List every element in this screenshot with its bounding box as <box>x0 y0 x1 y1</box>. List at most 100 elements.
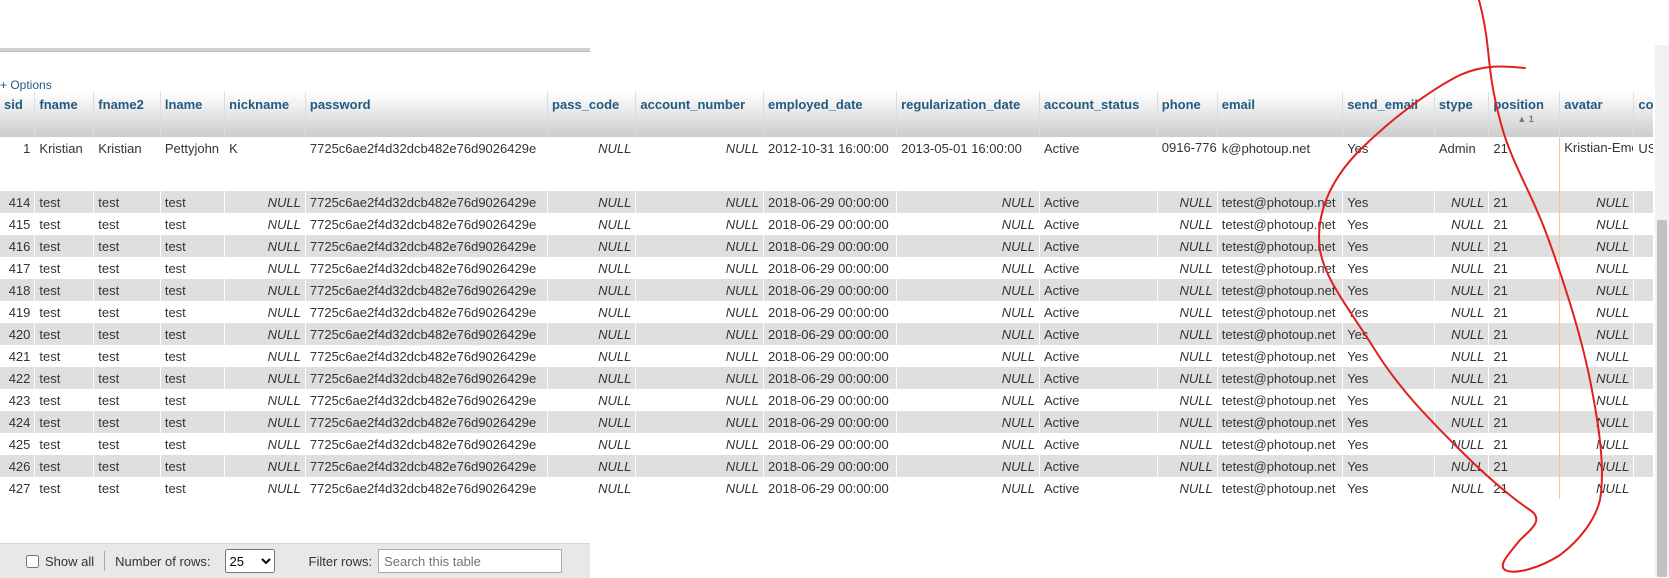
cell-stype[interactable]: NULL <box>1434 191 1490 213</box>
cell-stype[interactable]: NULL <box>1434 477 1490 499</box>
cell-stype[interactable]: NULL <box>1434 257 1490 279</box>
cell-avatar[interactable]: NULL <box>1559 191 1635 213</box>
cell-account-status[interactable]: Active <box>1039 455 1158 477</box>
cell-nickname[interactable]: NULL <box>224 411 306 433</box>
column-header-nickname[interactable]: nickname <box>224 92 306 137</box>
cell-email[interactable]: tetest@photoup.net <box>1217 455 1344 477</box>
cell-account-number[interactable]: NULL <box>635 257 765 279</box>
table-row[interactable]: 418 test test test NULL 7725c6ae2f4d32dcb482e… <box>0 279 1653 301</box>
table-row[interactable]: 415 test test test NULL 7725c6ae2f4d32dcb482e… <box>0 213 1653 235</box>
cell-lname[interactable]: test <box>160 455 226 477</box>
cell-email[interactable]: tetest@photoup.net <box>1217 389 1344 411</box>
column-header-account-number[interactable]: account_number <box>635 92 765 137</box>
cell-sid[interactable]: 418 <box>0 279 36 301</box>
column-header-country[interactable]: country <box>1633 92 1653 137</box>
cell-fname[interactable]: test <box>34 213 95 235</box>
cell-regularization-date[interactable]: NULL <box>896 257 1040 279</box>
cell-send-email[interactable]: Yes <box>1342 367 1435 389</box>
cell-sid[interactable]: 427 <box>0 477 36 499</box>
cell-lname[interactable]: test <box>160 323 226 345</box>
cell-pass-code[interactable]: NULL <box>547 301 637 323</box>
cell-country[interactable]: NULL <box>1633 301 1653 323</box>
cell-password[interactable]: 7725c6ae2f4d32dcb482e76d9026429e <box>305 477 549 499</box>
cell-send-email[interactable]: Yes <box>1342 279 1435 301</box>
cell-avatar[interactable]: NULL <box>1559 257 1635 279</box>
cell-country[interactable]: NULL <box>1633 455 1653 477</box>
cell-position[interactable]: 21 <box>1488 433 1561 455</box>
cell-account-number[interactable]: NULL <box>635 455 765 477</box>
cell-password[interactable]: 7725c6ae2f4d32dcb482e76d9026429e <box>305 279 549 301</box>
cell-fname2[interactable]: test <box>93 257 161 279</box>
column-header-phone[interactable]: phone <box>1157 92 1218 137</box>
cell-password[interactable]: 7725c6ae2f4d32dcb482e76d9026429e <box>305 345 549 367</box>
cell-fname2[interactable]: test <box>93 301 161 323</box>
cell-stype[interactable]: NULL <box>1434 389 1490 411</box>
cell-country[interactable]: US <box>1633 137 1653 191</box>
cell-stype[interactable]: NULL <box>1434 367 1490 389</box>
cell-position[interactable]: 21 <box>1488 137 1561 191</box>
cell-fname2[interactable]: test <box>93 433 161 455</box>
cell-pass-code[interactable]: NULL <box>547 455 637 477</box>
cell-send-email[interactable]: Yes <box>1342 213 1435 235</box>
cell-avatar[interactable]: NULL <box>1559 323 1635 345</box>
cell-avatar[interactable]: NULL <box>1559 235 1635 257</box>
cell-password[interactable]: 7725c6ae2f4d32dcb482e76d9026429e <box>305 301 549 323</box>
cell-account-number[interactable]: NULL <box>635 235 765 257</box>
cell-stype[interactable]: Admin <box>1434 137 1490 191</box>
cell-account-status[interactable]: Active <box>1039 433 1158 455</box>
column-header-email[interactable]: email <box>1217 92 1344 137</box>
column-header-stype[interactable]: stype <box>1434 92 1490 137</box>
cell-phone[interactable]: NULL <box>1157 191 1218 213</box>
cell-position[interactable]: 21 <box>1488 367 1561 389</box>
cell-send-email[interactable]: Yes <box>1342 191 1435 213</box>
rows-per-page-select[interactable]: 25 <box>224 549 275 573</box>
cell-fname[interactable]: test <box>34 235 95 257</box>
column-header-pass-code[interactable]: pass_code <box>547 92 637 137</box>
cell-send-email[interactable]: Yes <box>1342 257 1435 279</box>
cell-regularization-date[interactable]: NULL <box>896 235 1040 257</box>
cell-fname[interactable]: test <box>34 257 95 279</box>
cell-email[interactable]: tetest@photoup.net <box>1217 191 1344 213</box>
column-header-employed-date[interactable]: employed_date <box>763 92 898 137</box>
cell-account-status[interactable]: Active <box>1039 191 1158 213</box>
options-link[interactable]: + Options <box>0 78 52 92</box>
cell-employed-date[interactable]: 2018-06-29 00:00:00 <box>763 191 898 213</box>
cell-fname2[interactable]: test <box>93 191 161 213</box>
cell-sid[interactable]: 414 <box>0 191 36 213</box>
cell-phone[interactable]: 0916-776-4789 <box>1157 137 1218 191</box>
cell-pass-code[interactable]: NULL <box>547 411 637 433</box>
cell-avatar[interactable]: NULL <box>1559 213 1635 235</box>
cell-sid[interactable]: 421 <box>0 345 36 367</box>
cell-country[interactable]: NULL <box>1633 345 1653 367</box>
cell-phone[interactable]: NULL <box>1157 433 1218 455</box>
cell-position[interactable]: 21 <box>1488 323 1561 345</box>
cell-send-email[interactable]: Yes <box>1342 323 1435 345</box>
cell-send-email[interactable]: Yes <box>1342 455 1435 477</box>
cell-fname2[interactable]: test <box>93 411 161 433</box>
column-header-password[interactable]: password <box>305 92 549 137</box>
cell-lname[interactable]: test <box>160 301 226 323</box>
vertical-scrollbar[interactable] <box>1655 45 1669 577</box>
table-row[interactable]: 422 test test test NULL 7725c6ae2f4d32dcb482e… <box>0 367 1653 389</box>
cell-nickname[interactable]: NULL <box>224 301 306 323</box>
cell-stype[interactable]: NULL <box>1434 213 1490 235</box>
cell-account-number[interactable]: NULL <box>635 345 765 367</box>
cell-send-email[interactable]: Yes <box>1342 235 1435 257</box>
cell-account-number[interactable]: NULL <box>635 411 765 433</box>
show-all-checkbox[interactable] <box>26 554 39 568</box>
cell-position[interactable]: 21 <box>1488 213 1561 235</box>
table-row[interactable]: 416 test test test NULL 7725c6ae2f4d32dcb482e… <box>0 235 1653 257</box>
cell-fname[interactable]: test <box>34 301 95 323</box>
cell-pass-code[interactable]: NULL <box>547 477 637 499</box>
cell-send-email[interactable]: Yes <box>1342 301 1435 323</box>
table-row[interactable]: 426 test test test NULL 7725c6ae2f4d32dcb482e… <box>0 455 1653 477</box>
cell-sid[interactable]: 424 <box>0 411 36 433</box>
cell-avatar[interactable]: NULL <box>1559 367 1635 389</box>
cell-fname2[interactable]: test <box>93 367 161 389</box>
cell-fname2[interactable]: test <box>93 323 161 345</box>
cell-phone[interactable]: NULL <box>1157 411 1218 433</box>
cell-lname[interactable]: test <box>160 367 226 389</box>
cell-fname[interactable]: test <box>34 191 95 213</box>
column-header-position[interactable]: position ▲ 1 <box>1488 92 1561 137</box>
table-row[interactable]: 425 test test test NULL 7725c6ae2f4d32dcb482e… <box>0 433 1653 455</box>
